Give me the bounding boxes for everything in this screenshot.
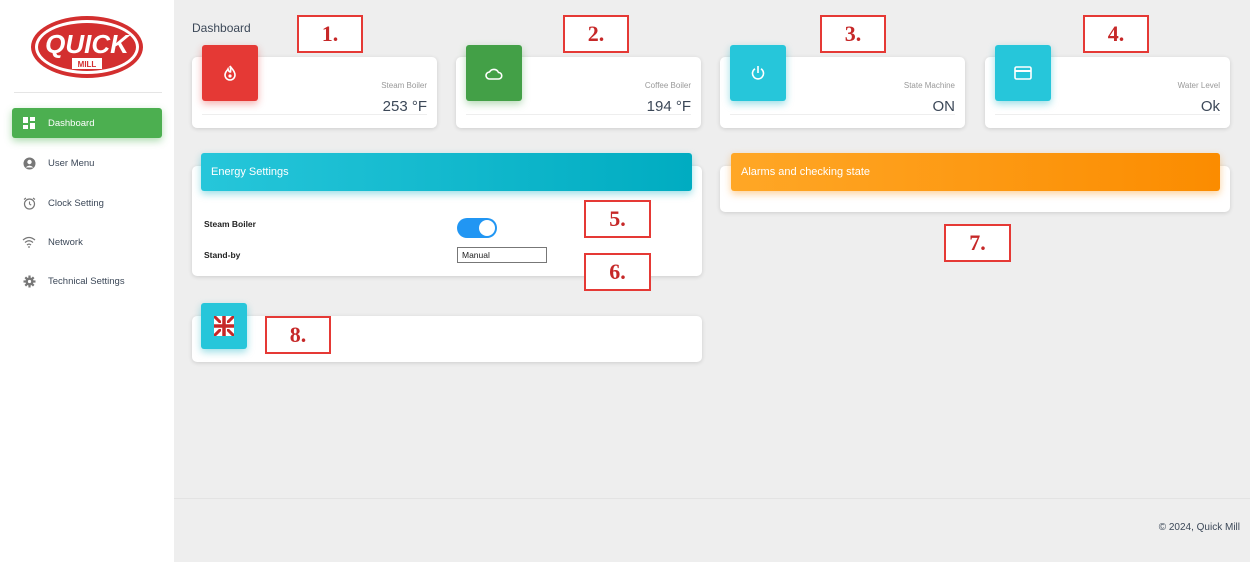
steam-boiler-toggle[interactable] [457, 218, 497, 238]
sidebar-item-label: Dashboard [48, 117, 95, 129]
standby-label: Stand-by [204, 250, 241, 260]
sidebar-item-technical-settings[interactable]: Technical Settings [12, 266, 162, 296]
sidebar-item-network[interactable]: Network [12, 227, 162, 257]
callout-label-6: 6. [584, 253, 651, 291]
card-divider [730, 114, 955, 115]
footer-divider [174, 498, 1250, 499]
card-icon [995, 45, 1051, 101]
card-divider [466, 114, 691, 115]
energy-settings-header: Energy Settings [201, 153, 692, 191]
page-title: Dashboard [192, 21, 251, 35]
callout-label-2: 2. [563, 15, 629, 53]
alarms-header: Alarms and checking state [731, 153, 1220, 191]
logo-sub-text: MILL [78, 60, 97, 69]
stat-value: 194 °F [646, 98, 691, 115]
stat-value: 253 °F [382, 98, 427, 115]
quick-mill-logo[interactable]: QUICK MILL [0, 0, 174, 92]
stat-label: State Machine [903, 81, 955, 90]
dashboard-icon [22, 116, 36, 130]
stat-label: Steam Boiler [381, 81, 427, 90]
sidebar-item-user-menu[interactable]: User Menu [12, 148, 162, 178]
callout-label-1: 1. [297, 15, 363, 53]
card-divider [995, 114, 1220, 115]
standby-select[interactable]: Manual [457, 247, 547, 263]
toggle-knob [479, 220, 495, 236]
stat-label: Coffee Boiler [644, 81, 691, 90]
callout-label-5: 5. [584, 200, 651, 238]
steam-boiler-label: Steam Boiler [204, 219, 256, 229]
callout-label-3: 3. [820, 15, 886, 53]
alarm-clock-icon [22, 196, 36, 210]
gear-icon [22, 274, 36, 288]
stat-value: ON [932, 98, 956, 115]
sidebar-item-clock-setting[interactable]: Clock Setting [12, 188, 162, 218]
logo-brand-text: QUICK [45, 29, 131, 59]
wifi-icon [22, 235, 36, 249]
sidebar-item-label: Clock Setting [48, 197, 104, 209]
sidebar-divider [14, 92, 162, 93]
cloud-icon [466, 45, 522, 101]
flame-icon [202, 45, 258, 101]
footer-copyright: © 2024, Quick Mill [1158, 522, 1240, 533]
callout-label-8: 8. [265, 316, 331, 354]
callout-label-4: 4. [1083, 15, 1149, 53]
callout-label-7: 7. [944, 224, 1011, 262]
sidebar: QUICK MILL Dashboard User Menu Clock Set… [0, 0, 174, 562]
sidebar-item-label: Technical Settings [48, 275, 125, 287]
user-icon [22, 156, 36, 170]
card-divider [202, 114, 427, 115]
sidebar-item-dashboard[interactable]: Dashboard [12, 108, 162, 138]
sidebar-item-label: User Menu [48, 157, 95, 169]
power-icon [730, 45, 786, 101]
stat-label: Water Level [1177, 81, 1220, 90]
stat-value: Ok [1200, 98, 1220, 115]
uk-flag-icon[interactable] [201, 303, 247, 349]
sidebar-item-label: Network [48, 236, 83, 248]
